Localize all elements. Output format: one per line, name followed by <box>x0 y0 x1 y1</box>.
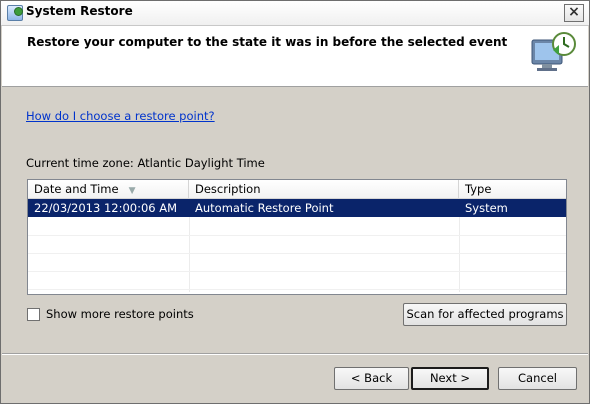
back-button[interactable]: < Back <box>334 367 409 390</box>
help-link[interactable]: How do I choose a restore point? <box>26 109 215 123</box>
empty-row <box>28 253 566 272</box>
column-header-type[interactable]: Type <box>459 180 566 198</box>
cancel-button[interactable]: Cancel <box>498 367 577 390</box>
title-bar[interactable]: System Restore × <box>1 1 589 26</box>
window-title: System Restore <box>26 4 133 18</box>
sort-arrow-icon: ▼ <box>128 186 136 196</box>
header-banner: Restore your computer to the state it wa… <box>2 26 588 87</box>
cell-description: Automatic Restore Point <box>189 199 459 217</box>
close-button[interactable]: × <box>564 4 584 22</box>
scan-affected-programs-button[interactable]: Scan for affected programs <box>403 303 567 326</box>
system-restore-icon <box>531 32 576 71</box>
show-more-checkbox[interactable] <box>27 307 40 321</box>
footer-divider-highlight <box>2 354 588 355</box>
cell-type: System <box>465 201 508 215</box>
show-more-option[interactable]: Show more restore points <box>27 307 194 321</box>
empty-row <box>28 271 566 290</box>
system-restore-window: System Restore × Restore your computer t… <box>0 0 590 404</box>
empty-row <box>28 217 566 236</box>
timezone-label: Current time zone: Atlantic Daylight Tim… <box>26 156 265 170</box>
show-more-label: Show more restore points <box>46 307 194 321</box>
system-restore-app-icon <box>7 5 23 21</box>
table-row[interactable]: 22/03/2013 12:00:06 AM Automatic Restore… <box>28 199 566 217</box>
column-header-date[interactable]: Date and Time ▼ <box>28 180 189 198</box>
page-title: Restore your computer to the state it wa… <box>27 35 508 49</box>
cell-date: 22/03/2013 12:00:06 AM <box>28 199 189 217</box>
next-button[interactable]: Next > <box>411 367 489 390</box>
column-header-description[interactable]: Description <box>189 180 459 198</box>
restore-points-table[interactable]: Date and Time ▼ Description Type 22/03/20… <box>27 179 567 295</box>
empty-row <box>28 235 566 254</box>
table-header: Date and Time ▼ Description Type <box>28 180 566 199</box>
